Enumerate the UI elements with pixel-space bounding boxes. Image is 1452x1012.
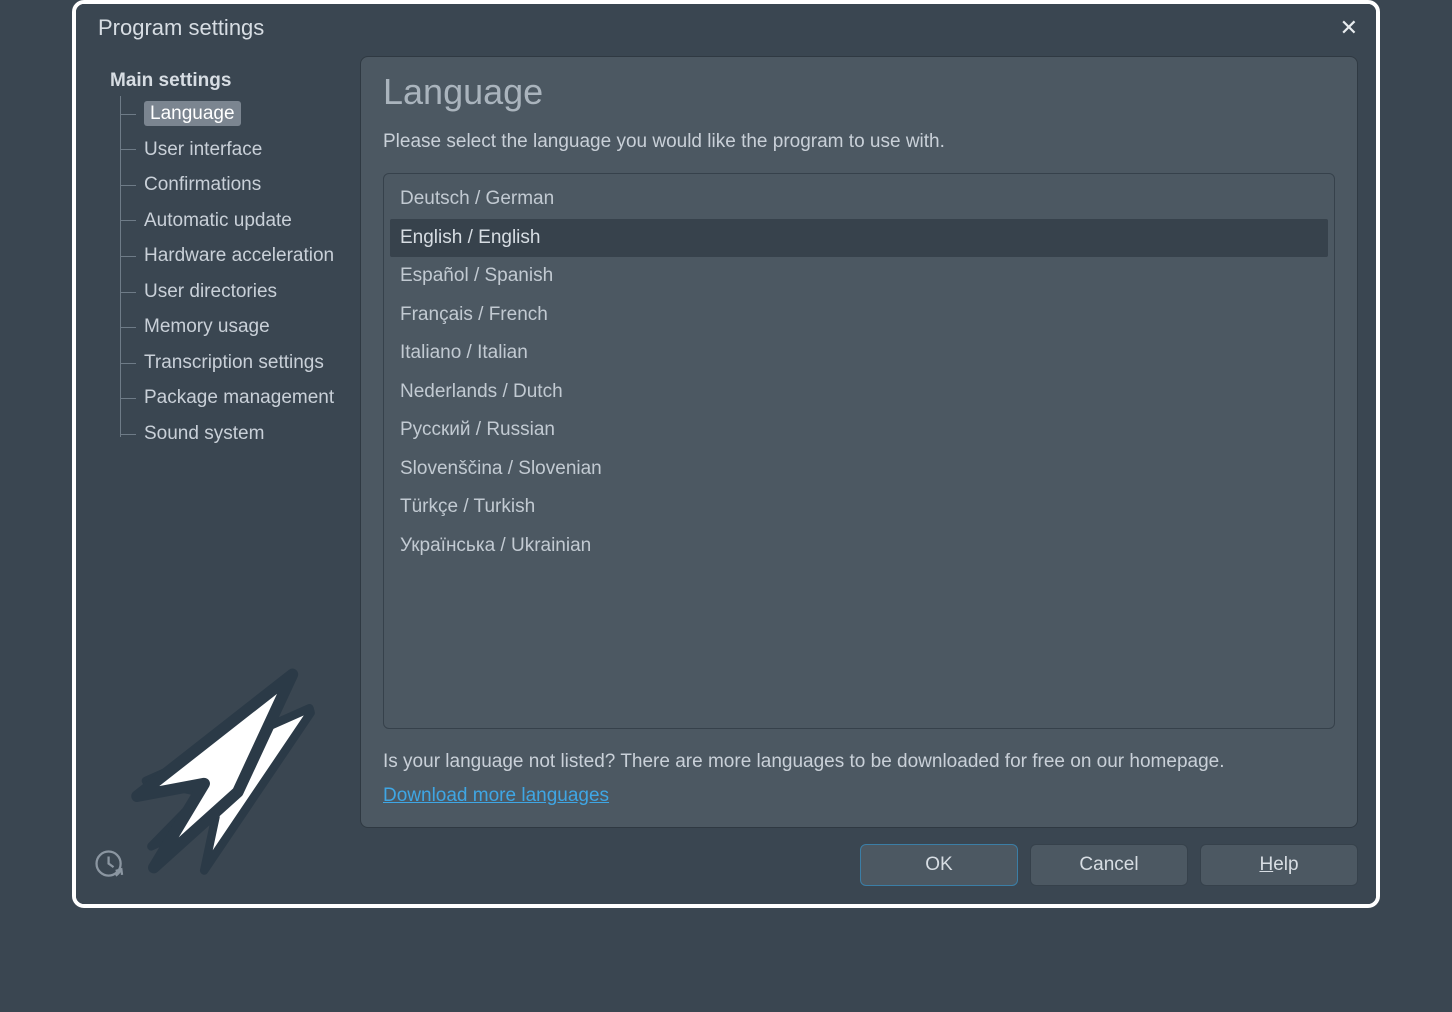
download-more-languages-link[interactable]: Download more languages: [383, 785, 609, 806]
sidebar-item-label: Confirmations: [144, 174, 261, 195]
tree-heading-main-settings[interactable]: Main settings: [98, 68, 344, 96]
sidebar-item-user-interface[interactable]: User interface: [120, 132, 344, 168]
sidebar-item-label: Automatic update: [144, 210, 292, 231]
reset-settings-icon[interactable]: [90, 845, 130, 885]
sidebar-item-package-management[interactable]: Package management: [120, 380, 344, 416]
not-listed-text: Is your language not listed? There are m…: [383, 751, 1335, 773]
dialog-buttons: OK Cancel Help: [860, 844, 1358, 886]
window-title: Program settings: [98, 15, 264, 41]
sidebar-item-automatic-update[interactable]: Automatic update: [120, 203, 344, 239]
sidebar-item-label: Sound system: [144, 423, 264, 444]
sidebar-item-label: Hardware acceleration: [144, 245, 334, 266]
sidebar-item-confirmations[interactable]: Confirmations: [120, 167, 344, 203]
language-option[interactable]: Türkçe / Turkish: [390, 488, 1328, 527]
sidebar: Main settings Language User interface Co…: [98, 56, 344, 828]
sidebar-item-user-directories[interactable]: User directories: [120, 274, 344, 310]
language-option[interactable]: Slovenščina / Slovenian: [390, 450, 1328, 489]
language-option[interactable]: Français / French: [390, 296, 1328, 335]
language-option[interactable]: Українська / Ukrainian: [390, 527, 1328, 566]
sidebar-item-label: Language: [144, 101, 241, 126]
language-option[interactable]: English / English: [390, 219, 1328, 258]
sidebar-item-label: Package management: [144, 387, 334, 408]
sidebar-item-transcription-settings[interactable]: Transcription settings: [120, 345, 344, 381]
panel-description: Please select the language you would lik…: [383, 131, 1335, 153]
sidebar-item-sound-system[interactable]: Sound system: [120, 416, 344, 452]
download-area: Is your language not listed? There are m…: [383, 751, 1335, 807]
language-option[interactable]: Русский / Russian: [390, 411, 1328, 450]
body-area: Main settings Language User interface Co…: [76, 48, 1376, 828]
settings-tree: Main settings Language User interface Co…: [98, 68, 344, 451]
language-option[interactable]: Italiano / Italian: [390, 334, 1328, 373]
language-option[interactable]: Nederlands / Dutch: [390, 373, 1328, 412]
language-listbox[interactable]: Deutsch / German English / English Españ…: [383, 173, 1335, 729]
sidebar-item-label: User directories: [144, 281, 277, 302]
button-bar: OK Cancel Help: [90, 836, 1358, 894]
content-panel: Language Please select the language you …: [360, 56, 1358, 828]
close-icon[interactable]: ✕: [1334, 13, 1364, 43]
ok-button[interactable]: OK: [860, 844, 1018, 886]
sidebar-item-label: User interface: [144, 139, 262, 160]
button-label: Help: [1259, 854, 1298, 876]
sidebar-item-language[interactable]: Language: [120, 96, 344, 132]
sidebar-item-hardware-acceleration[interactable]: Hardware acceleration: [120, 238, 344, 274]
sidebar-item-memory-usage[interactable]: Memory usage: [120, 309, 344, 345]
cancel-button[interactable]: Cancel: [1030, 844, 1188, 886]
button-label: OK: [925, 854, 952, 876]
language-option[interactable]: Deutsch / German: [390, 180, 1328, 219]
help-button[interactable]: Help: [1200, 844, 1358, 886]
titlebar: Program settings ✕: [76, 4, 1376, 48]
sidebar-item-label: Memory usage: [144, 316, 270, 337]
tree-children: Language User interface Confirmations Au…: [120, 96, 344, 451]
language-option[interactable]: Español / Spanish: [390, 257, 1328, 296]
clock-refresh-icon: [93, 848, 127, 882]
panel-heading: Language: [383, 71, 1335, 113]
settings-window: Program settings ✕ Main settings Languag…: [76, 4, 1376, 904]
sidebar-item-label: Transcription settings: [144, 352, 324, 373]
button-label: Cancel: [1079, 854, 1138, 876]
